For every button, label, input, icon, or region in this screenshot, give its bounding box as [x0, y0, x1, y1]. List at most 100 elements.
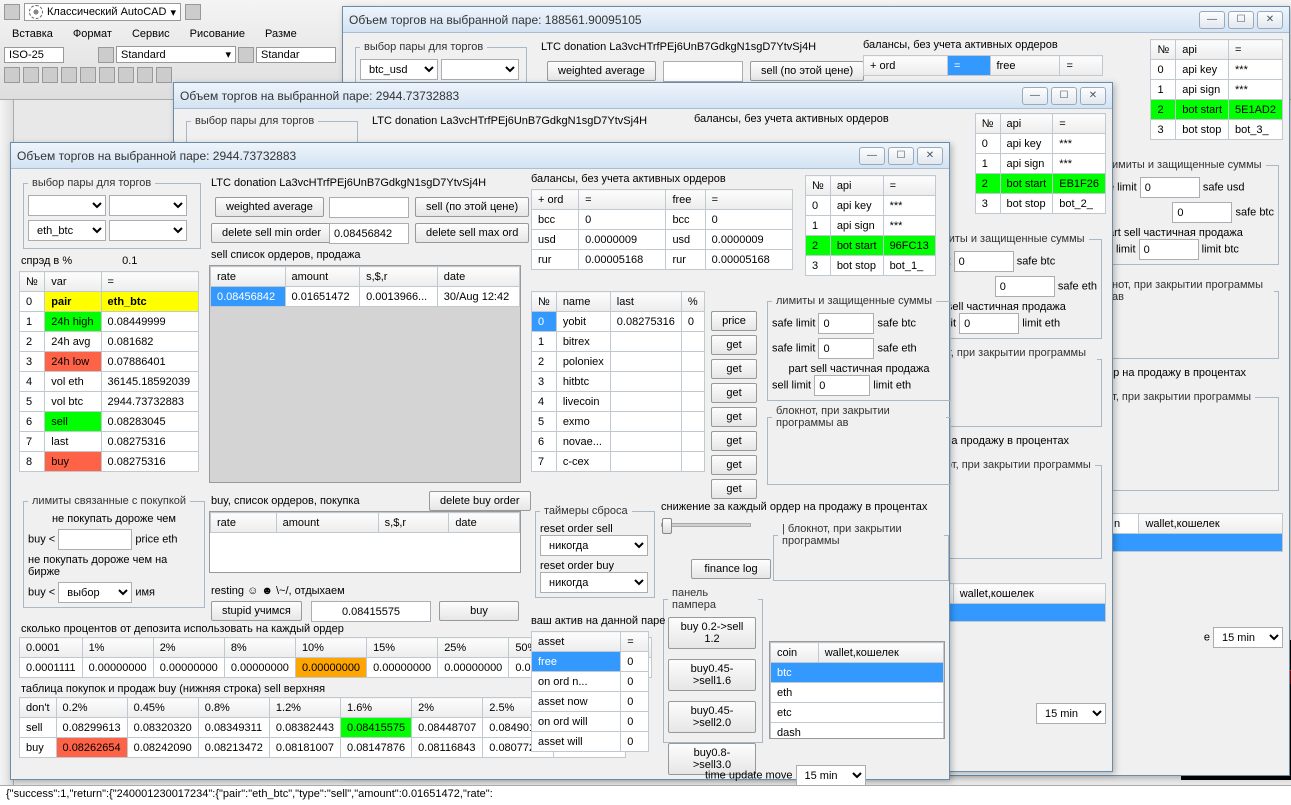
maximize-button[interactable]: ☐: [888, 147, 914, 165]
reset-sell-select[interactable]: никогда: [540, 535, 648, 556]
minimize-button[interactable]: —: [1199, 11, 1225, 29]
maximize-button[interactable]: ☐: [1228, 11, 1254, 29]
wallet-list[interactable]: coinwallet,кошелек btcethetcdash: [769, 641, 945, 739]
menu-item[interactable]: Рисование: [190, 28, 245, 40]
delete-sell-min-button[interactable]: delete sell min order: [211, 223, 332, 243]
del-min-input[interactable]: [329, 223, 409, 244]
get-button[interactable]: get: [711, 383, 757, 403]
menu-item[interactable]: Вставка: [12, 28, 53, 40]
limit-input[interactable]: [959, 313, 1019, 334]
toolbar-icon[interactable]: [98, 47, 114, 63]
weighted-avg-button[interactable]: weighted average: [547, 61, 656, 81]
get-button[interactable]: get: [711, 479, 757, 499]
standard2-dropdown[interactable]: Standar: [256, 47, 336, 63]
standard-dropdown[interactable]: Standard▾: [116, 46, 236, 63]
pair-select-b[interactable]: [109, 195, 187, 216]
bloknot2-label: т, при закрытии программы: [1108, 391, 1255, 403]
wavg-input[interactable]: [663, 61, 743, 82]
price-button[interactable]: price: [711, 311, 757, 331]
sell-orders-grid[interactable]: rateamounts,$,rdate 0.084568420.01651472…: [209, 265, 521, 483]
pair-select2[interactable]: [441, 59, 519, 80]
pair-select-d[interactable]: [109, 220, 187, 241]
price-eth: price eth: [135, 534, 177, 546]
reset-buy-select[interactable]: никогда: [540, 572, 648, 593]
close-button[interactable]: ✕: [1257, 11, 1283, 29]
limit-btc: limit btc: [1202, 244, 1239, 256]
partsell-label: part sell частичная продажа: [772, 363, 946, 375]
wavg-input[interactable]: [329, 197, 409, 218]
menu-item[interactable]: Формат: [73, 28, 112, 40]
workspace-dropdown[interactable]: Классический AutoCAD▾: [24, 3, 181, 21]
safe-limit-input[interactable]: [818, 313, 874, 334]
sell-limit-input[interactable]: [814, 375, 870, 396]
safe-limit-input[interactable]: [1172, 202, 1232, 223]
pump-button[interactable]: buy 0.2->sell 1.2: [668, 617, 756, 649]
pump-button[interactable]: buy0.45->sell1.6: [668, 659, 756, 691]
limit-input[interactable]: [995, 276, 1055, 297]
safe-usd: safe usd: [1203, 182, 1245, 194]
sell-button[interactable]: sell (по этой цене): [750, 61, 864, 81]
titlebar[interactable]: Объем торгов на выбранной паре: 2944.737…: [174, 83, 1112, 109]
pair-label: выбор пары для торгов: [360, 41, 487, 53]
menu-item[interactable]: Разме: [265, 28, 297, 40]
stupid-button[interactable]: stupid учимся: [211, 601, 302, 621]
get-button[interactable]: get: [711, 359, 757, 379]
pair-select[interactable]: eth_btc: [28, 220, 106, 241]
buy-lt-label: buy <: [28, 587, 55, 599]
maximize-button[interactable]: ☐: [1051, 87, 1077, 105]
get-button[interactable]: get: [711, 431, 757, 451]
pair-select[interactable]: btc_usd: [360, 59, 438, 80]
exchange-select[interactable]: выбор: [58, 582, 132, 603]
time-select[interactable]: 15 min: [1036, 703, 1106, 724]
api-table: №api= 0api key*** 1api sign*** 2bot star…: [1150, 39, 1283, 140]
safe-limit-input[interactable]: [818, 338, 874, 359]
toolbar-icon[interactable]: [61, 67, 77, 83]
close-button[interactable]: ✕: [917, 147, 943, 165]
titlebar[interactable]: Объем торгов на выбранной паре: 2944.737…: [11, 143, 949, 169]
get-button[interactable]: get: [711, 335, 757, 355]
get-button[interactable]: get: [711, 407, 757, 427]
delete-sell-max-button[interactable]: delete sell max ord: [415, 223, 529, 243]
buy-orders-grid[interactable]: rateamounts,$,rdate: [209, 511, 521, 573]
toolbar-icon[interactable]: [42, 67, 58, 83]
safe-limit-label: safe limit: [772, 343, 815, 355]
toolbar-icon[interactable]: [185, 4, 201, 20]
time-update-select[interactable]: 15 min: [796, 765, 866, 786]
reduction-slider[interactable]: [661, 523, 751, 527]
asset-table: asset= free0on ord n...0asset now0on ord…: [531, 631, 649, 752]
toolbar-icon[interactable]: [238, 47, 254, 63]
wallet-table: wallet,кошелек: [930, 583, 1106, 622]
limit-input[interactable]: [954, 251, 1014, 272]
sell-limit-input[interactable]: [1139, 239, 1199, 260]
get-button[interactable]: get: [711, 455, 757, 475]
safe-limit-input[interactable]: [1140, 177, 1200, 198]
menu-item[interactable]: Сервис: [132, 28, 170, 40]
toolbar-icon[interactable]: [137, 67, 153, 83]
buy-button[interactable]: buy: [439, 601, 519, 621]
delete-buy-button[interactable]: delete buy order: [429, 491, 531, 511]
ltc-donation: LTC donation La3vcHTrfPEj6UnB7GdkgN1sgD7…: [541, 41, 816, 53]
time-select[interactable]: 15 min: [1213, 627, 1283, 648]
toolbar-icon[interactable]: [4, 67, 20, 83]
toolbar-icon[interactable]: [156, 67, 172, 83]
toolbar-icon[interactable]: [80, 67, 96, 83]
toolbar-icon[interactable]: [118, 67, 134, 83]
close-button[interactable]: ✕: [1080, 87, 1106, 105]
finance-log-button[interactable]: finance log: [691, 559, 771, 579]
weighted-avg-button[interactable]: weighted average: [215, 197, 324, 217]
pair-label: выбор пары для торгов: [28, 177, 155, 189]
minimize-button[interactable]: —: [1022, 87, 1048, 105]
iso-dropdown[interactable]: ISO-25: [4, 47, 64, 63]
sell-price-button[interactable]: sell (по этой цене): [415, 197, 529, 217]
exchanges-table: №namelast% 0yobit0.0827531601bitrex2polo…: [531, 291, 705, 472]
toolbar-icon[interactable]: [99, 67, 115, 83]
balances-table: + ord=free=: [863, 55, 1103, 76]
safe-limit-label: safe limit: [772, 318, 815, 330]
titlebar[interactable]: Объем торгов на выбранной паре: 188561.9…: [343, 7, 1289, 33]
toolbar-icon[interactable]: [23, 67, 39, 83]
buy-lt-input[interactable]: [58, 529, 132, 550]
minimize-button[interactable]: —: [859, 147, 885, 165]
pair-select-a[interactable]: [28, 195, 106, 216]
stupid-input[interactable]: [311, 601, 431, 622]
pump-button[interactable]: buy0.45->sell2.0: [668, 701, 756, 733]
